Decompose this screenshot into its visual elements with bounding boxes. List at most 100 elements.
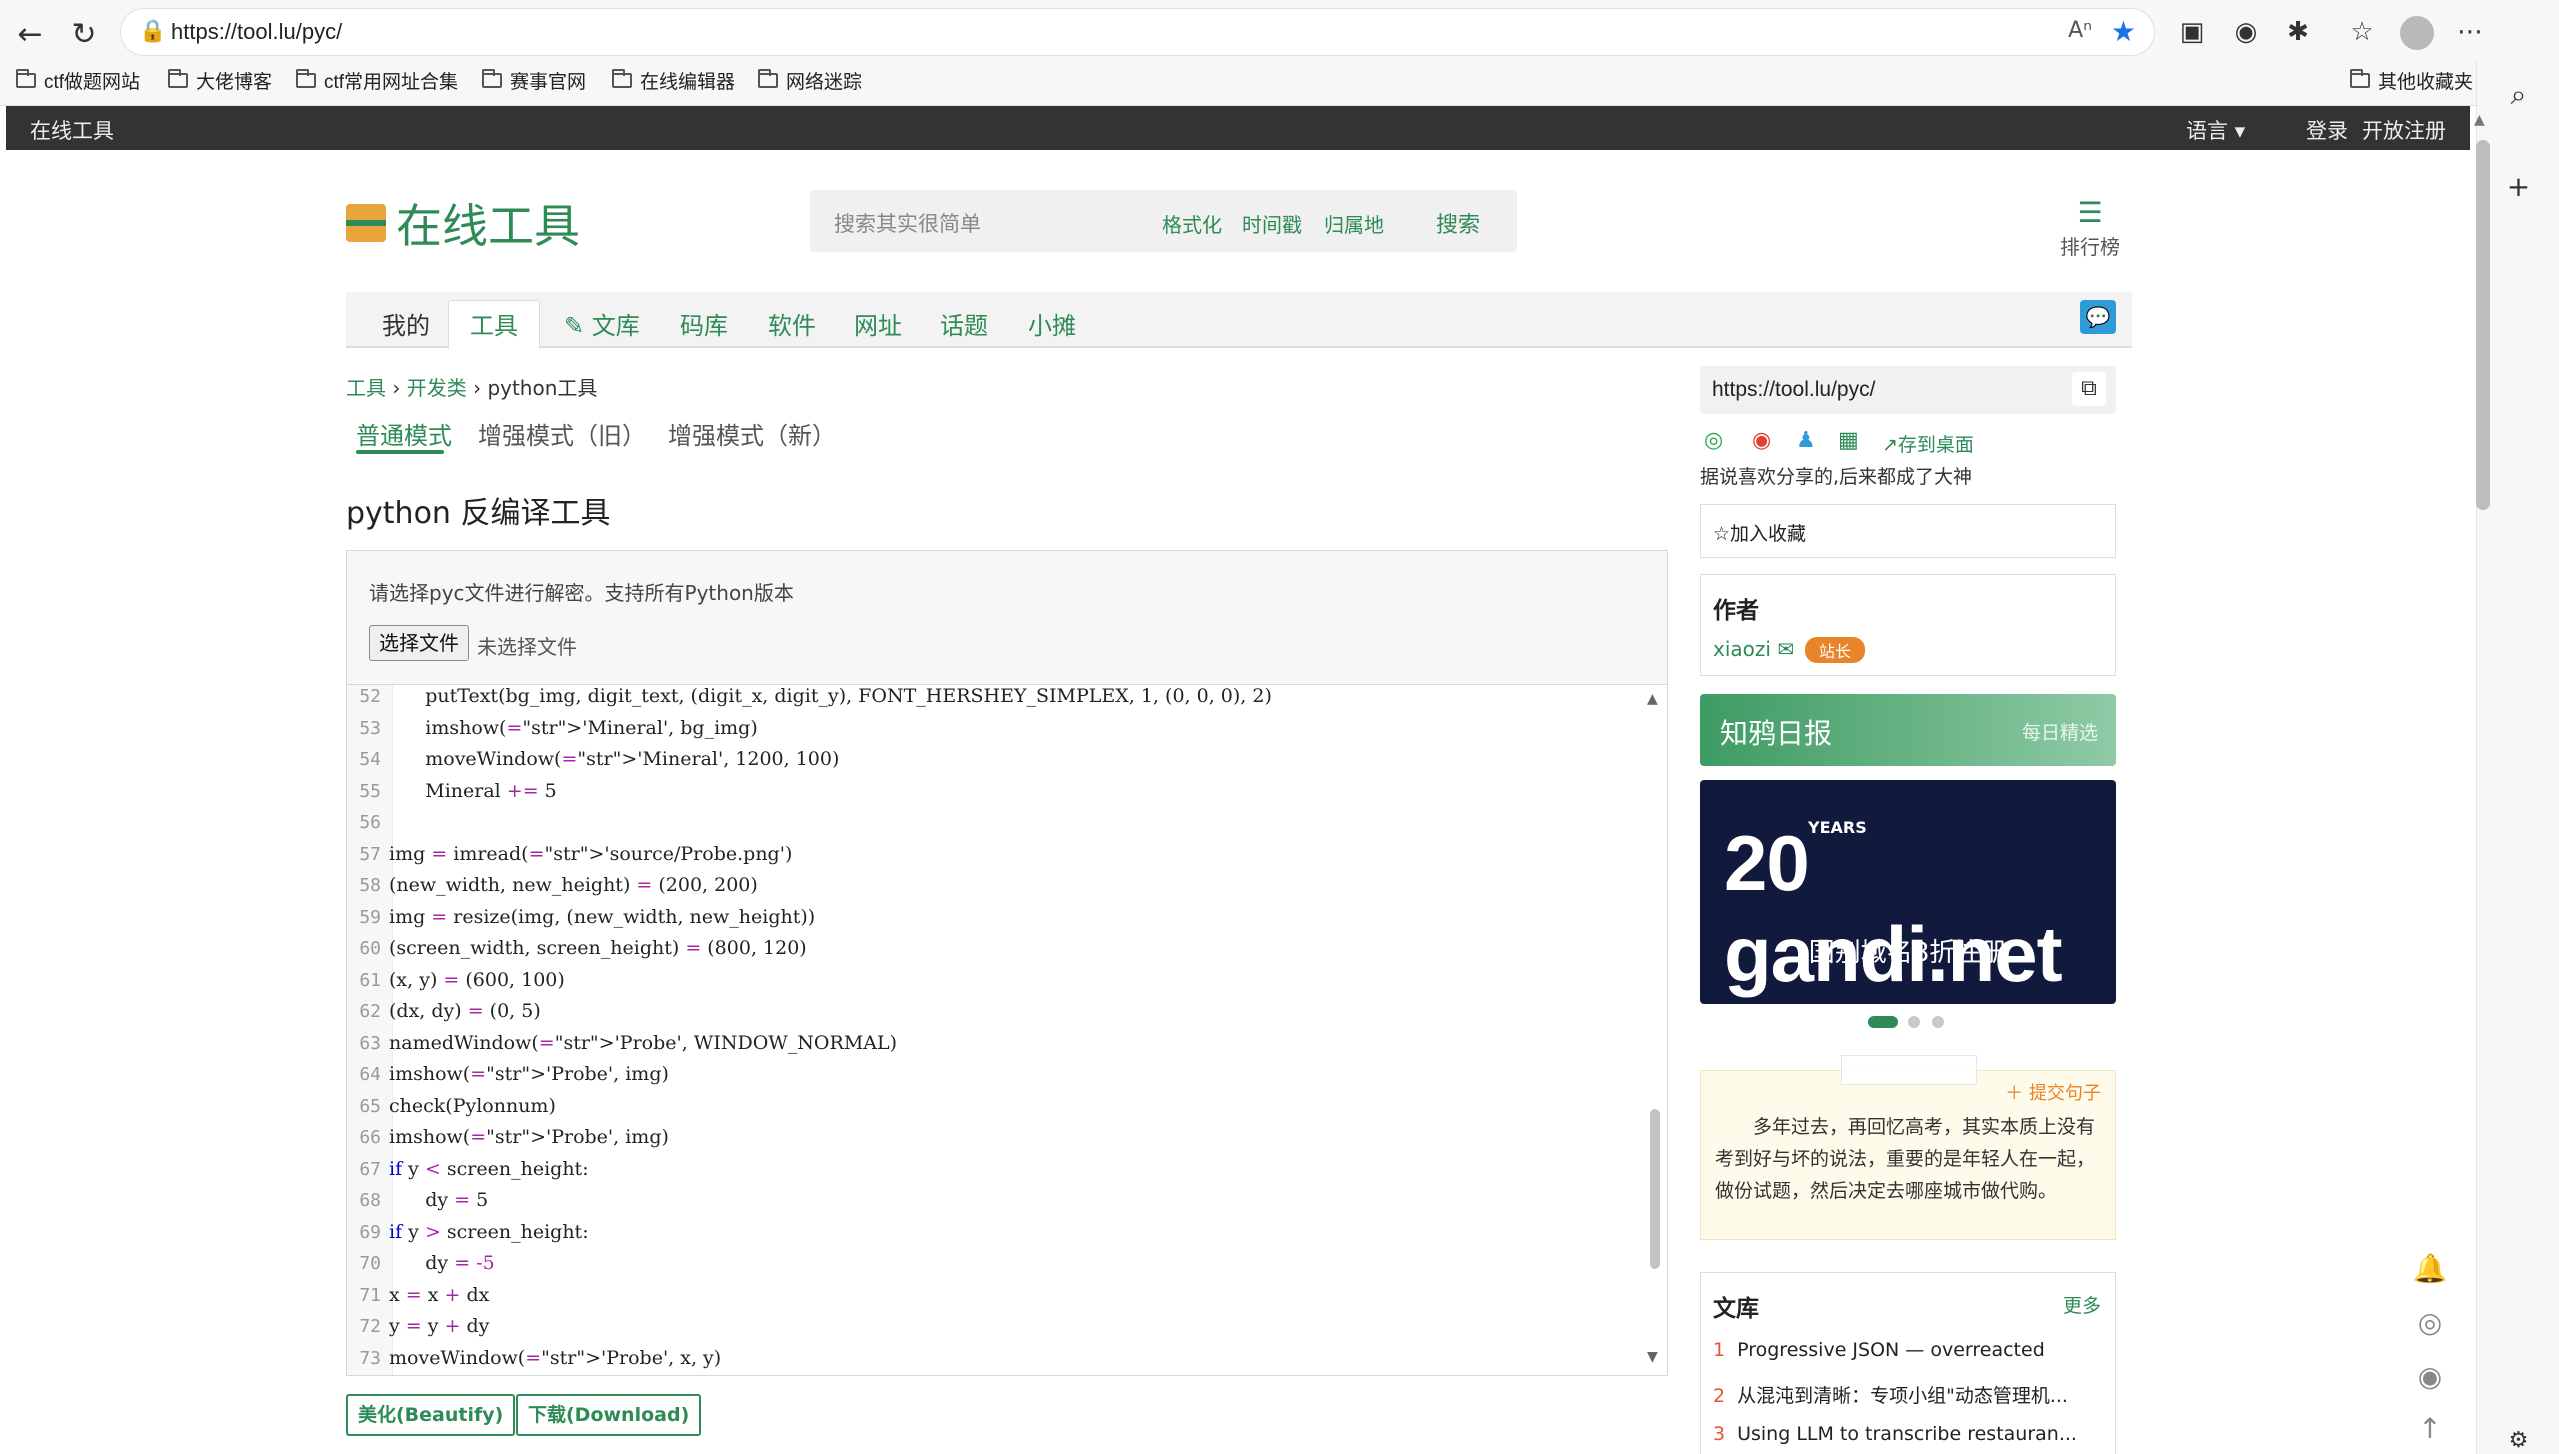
code-line[interactable]: 54 moveWindow(="str">'Mineral', 1200, 10… [347,748,1627,779]
bookmark-item[interactable]: 赛事官网 [482,67,586,93]
more-menu-icon[interactable]: ⋯ [2452,14,2488,50]
code-line[interactable]: 73 moveWindow(="str">'Probe', x, y) [347,1347,1627,1376]
code-line[interactable]: 58 (new_width, new_height) = (200, 200) [347,874,1627,905]
code-line[interactable]: 71 x = x + dx [347,1284,1627,1315]
nav-stall[interactable]: 小摊 [1028,306,1076,341]
search-icon[interactable]: ⌕ [2477,78,2559,112]
carousel-dot[interactable] [1908,1016,1920,1028]
login-link[interactable]: 登录 [2306,115,2348,145]
code-line[interactable]: 67 if y < screen_height: [347,1158,1627,1189]
mail-icon[interactable]: ✉ [1777,637,1794,661]
breadcrumb-item[interactable]: 工具 [346,376,386,400]
register-link[interactable]: 开放注册 [2362,115,2446,145]
nav-mine[interactable]: 我的 [382,306,430,341]
code-line[interactable]: 60 (screen_width, screen_height) = (800, … [347,937,1627,968]
code-line[interactable]: 63 namedWindow(="str">'Probe', WINDOW_NOR… [347,1032,1627,1063]
nav-tools[interactable]: 工具 [470,306,518,341]
code-line[interactable]: 59 img = resize(img, (new_width, new_heig… [347,906,1627,937]
tab-normal-mode[interactable]: 普通模式 [356,416,452,451]
beautify-button[interactable]: 美化(Beautify) [346,1394,516,1436]
back-icon[interactable]: ← [10,14,50,54]
bookmark-item[interactable]: 网络迷踪 [758,67,862,93]
bookmark-item[interactable]: ctf常用网址合集 [296,67,458,93]
nav-wenku[interactable]: ✎ 文库 [564,306,640,341]
code-line[interactable]: 64 imshow(="str">'Probe', img) [347,1063,1627,1094]
add-favorite-button[interactable]: ☆加入收藏 [1700,504,2116,558]
read-aloud-icon[interactable]: Aⁿ [2068,18,2092,43]
nav-software[interactable]: 软件 [768,306,816,341]
zhiya-daily-banner[interactable]: 知鸦日报 每日精选 [1700,694,2116,766]
favorites-icon[interactable]: ☆ [2344,14,2380,50]
share-url[interactable]: https://tool.lu/pyc/ [1712,378,1875,402]
reload-icon[interactable]: ↻ [64,14,104,54]
page-scroll-up[interactable]: ▲ [2474,112,2485,128]
markdown-extension-icon[interactable]: ▣ [2174,14,2210,50]
copy-icon[interactable]: ⧉ [2072,372,2106,406]
carousel-dot[interactable] [1932,1016,1944,1028]
settings-icon[interactable]: ⚙ [2477,1428,2559,1453]
code-line[interactable]: 70 dy = -5 [347,1252,1627,1283]
list-item[interactable]: 1 Progressive JSON — overreacted [1713,1339,2105,1361]
code-line[interactable]: 52 putText(bg_img, digit_text, (digit_x,… [347,685,1627,716]
code-line[interactable]: 61 (x, y) = (600, 100) [347,969,1627,1000]
gandi-ad[interactable]: 20 gandi.net YEARS 国别域名8折注册 [1700,780,2116,1004]
weibo-icon[interactable]: ◉ [1752,428,1771,453]
search-button[interactable]: 搜索 [1436,207,1480,239]
search-tag[interactable]: 时间戳 [1242,209,1302,238]
author-link[interactable]: xiaozi ✉ [1713,637,1794,661]
page-scrollbar-thumb[interactable] [2476,140,2490,510]
code-line[interactable]: 53 imshow(="str">'Mineral', bg_img) [347,717,1627,748]
submit-quote-link[interactable]: ＋ 提交句子 [2005,1079,2101,1105]
editor-scroll-down[interactable]: ▼ [1647,1349,1658,1365]
bookmark-item[interactable]: 大佬博客 [168,67,272,93]
favorite-star-icon[interactable]: ★ [2111,15,2136,48]
qq-icon[interactable]: ♟ [1796,428,1816,453]
code-line[interactable]: 68 dy = 5 [347,1189,1627,1220]
editor-scroll-up[interactable]: ▲ [1647,691,1658,707]
code-line[interactable]: 56 [347,811,1627,842]
extension-icon[interactable]: ◉ [2228,14,2264,50]
editor-scrollbar-thumb[interactable] [1650,1109,1660,1269]
ranking-link[interactable]: ☰ 排行榜 [2060,196,2120,260]
code-line[interactable]: 62 (dx, dy) = (0, 5) [347,1000,1627,1031]
search-input[interactable]: 搜索其实很简单 [834,208,981,238]
weibo-float-icon[interactable]: ◉ [2410,1360,2450,1393]
wenku-more-link[interactable]: 更多 [2063,1291,2101,1318]
bell-icon[interactable]: 🔔 [2410,1252,2450,1285]
wechat-icon[interactable]: ◎ [1704,428,1723,453]
code-line[interactable]: 55 Mineral += 5 [347,780,1627,811]
code-line[interactable]: 66 imshow(="str">'Probe', img) [347,1126,1627,1157]
carousel-dot-active[interactable] [1868,1016,1898,1028]
list-item[interactable]: 2 从混沌到清晰：专项小组"动态管理机... [1713,1381,2105,1408]
search-tag[interactable]: 归属地 [1324,209,1384,238]
code-line[interactable]: 72 y = y + dy [347,1315,1627,1346]
code-editor[interactable]: 52 putText(bg_img, digit_text, (digit_x,… [346,684,1668,1376]
nav-codebase[interactable]: 码库 [680,306,728,341]
nav-sites[interactable]: 网址 [854,306,902,341]
wechat-float-icon[interactable]: ◎ [2410,1306,2450,1339]
other-bookmarks[interactable]: 其他收藏夹 [2350,67,2473,93]
search-tag[interactable]: 格式化 [1162,209,1222,238]
nav-topics[interactable]: 话题 [940,306,988,341]
choose-file-button[interactable]: 选择文件 [369,625,469,661]
bookmark-item[interactable]: ctf做题网站 [16,67,140,93]
tab-enhanced-old[interactable]: 增强模式（旧） [478,416,646,451]
code-line[interactable]: 65 check(Pylonnum) [347,1095,1627,1126]
bookmark-item[interactable]: 在线编辑器 [612,67,735,93]
site-brand[interactable]: 在线工具 [30,115,114,145]
breadcrumb-item[interactable]: 开发类 [407,376,467,400]
language-menu[interactable]: 语言 ▾ [2186,115,2245,145]
address-bar[interactable]: 🔒 https://tool.lu/pyc/ Aⁿ ★ [120,8,2155,56]
save-desktop-link[interactable]: ↗存到桌面 [1882,430,1974,457]
qrcode-icon[interactable]: ▦ [1838,428,1859,453]
profile-avatar[interactable] [2400,16,2434,50]
tab-enhanced-new[interactable]: 增强模式（新） [668,416,836,451]
list-item[interactable]: 3 Using LLM to transcribe restauran... [1713,1423,2105,1445]
download-button[interactable]: 下载(Download) [516,1394,702,1436]
puzzle-extensions-icon[interactable]: ✱ [2280,14,2316,50]
code-line[interactable]: 57 img = imread(="str">'source/Probe.png'… [347,843,1627,874]
site-logo[interactable]: 在线工具 [346,190,580,256]
address-url[interactable]: https://tool.lu/pyc/ [171,19,342,45]
code-line[interactable]: 69 if y > screen_height: [347,1221,1627,1252]
back-to-top-icon[interactable]: ↑ [2410,1412,2450,1445]
